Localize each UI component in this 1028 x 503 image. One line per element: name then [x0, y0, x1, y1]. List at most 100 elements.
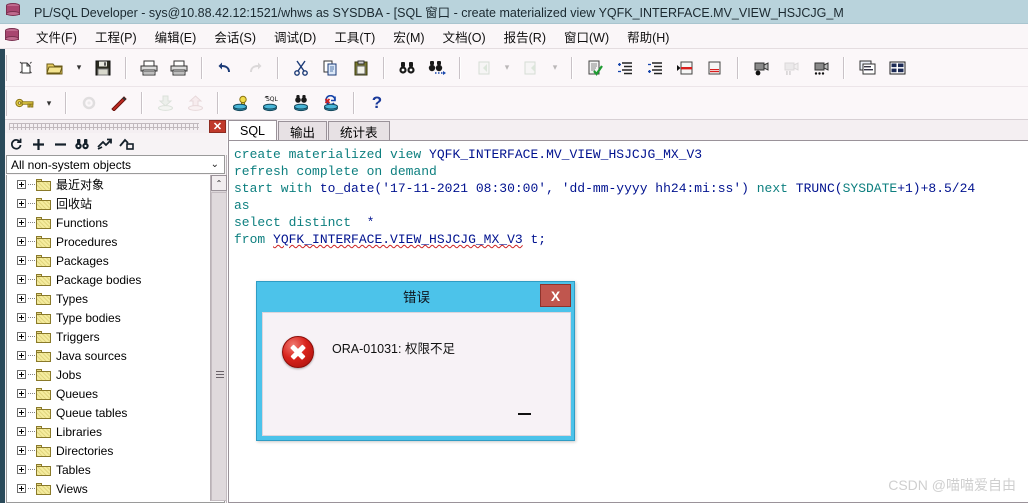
refresh-icon[interactable]: [5, 134, 27, 154]
tree-item-materialized-views[interactable]: Materialized views: [7, 498, 224, 502]
help-icon[interactable]: ?: [362, 89, 392, 117]
tree-item-tables[interactable]: Tables: [7, 460, 224, 479]
tree-item-label: Views: [56, 481, 88, 496]
tree-item-functions[interactable]: Functions: [7, 213, 224, 232]
record-macro-icon[interactable]: [746, 54, 776, 82]
open-dropdown-arrow-icon[interactable]: ▾: [70, 54, 88, 82]
add-icon[interactable]: [27, 134, 49, 154]
menu-item-document[interactable]: 文档(O): [434, 25, 495, 48]
tree-item-label: Functions: [56, 215, 109, 230]
tile-windows-icon[interactable]: [882, 54, 912, 82]
sql-window-icon[interactable]: SQL: [256, 89, 286, 117]
tree-item-views[interactable]: Views: [7, 479, 224, 498]
indent-increase-icon[interactable]: [610, 54, 640, 82]
menu-item-help[interactable]: 帮助(H): [618, 25, 678, 48]
tab-statistics[interactable]: 统计表: [328, 121, 390, 141]
browse-icon[interactable]: [115, 134, 137, 154]
menu-item-tools[interactable]: 工具(T): [325, 25, 384, 48]
expand-icon[interactable]: [17, 199, 26, 208]
menu-item-report[interactable]: 报告(R): [495, 25, 555, 48]
close-icon[interactable]: ✕: [209, 120, 226, 133]
menu-item-debug[interactable]: 调试(D): [265, 25, 325, 48]
expand-icon[interactable]: [17, 275, 26, 284]
tree-item-recent-objects[interactable]: 最近对象: [7, 175, 224, 194]
expand-icon[interactable]: [17, 446, 26, 455]
tree-item-java-sources[interactable]: Java sources: [7, 346, 224, 365]
print-preview-icon[interactable]: [164, 54, 194, 82]
open-folder-icon[interactable]: [40, 54, 70, 82]
menu-item-macro[interactable]: 宏(M): [384, 25, 433, 48]
close-icon[interactable]: X: [540, 284, 571, 307]
tree-item-types[interactable]: Types: [7, 289, 224, 308]
new-session-icon[interactable]: [226, 89, 256, 117]
remove-icon[interactable]: [49, 134, 71, 154]
execute-check-icon[interactable]: [580, 54, 610, 82]
panel-drag-bar[interactable]: ✕: [5, 120, 227, 133]
tree-item-package-bodies[interactable]: Package bodies: [7, 270, 224, 289]
find-db-objects-icon[interactable]: [286, 89, 316, 117]
menu-item-session[interactable]: 会话(S): [205, 25, 265, 48]
toolbar-separator: [353, 92, 355, 114]
tree-item-queues[interactable]: Queues: [7, 384, 224, 403]
indent-decrease-icon[interactable]: [640, 54, 670, 82]
ok-button[interactable]: [518, 413, 531, 415]
expand-icon[interactable]: [17, 218, 26, 227]
chevron-down-icon[interactable]: ⌄: [211, 159, 222, 170]
rollback-icon[interactable]: [316, 89, 346, 117]
expand-icon[interactable]: [17, 484, 26, 493]
expand-icon[interactable]: [17, 427, 26, 436]
menu-item-window[interactable]: 窗口(W): [555, 25, 618, 48]
print-icon[interactable]: [134, 54, 164, 82]
tree-item-procedures[interactable]: Procedures: [7, 232, 224, 251]
window-list-icon[interactable]: [852, 54, 882, 82]
expand-icon[interactable]: [17, 256, 26, 265]
key-dropdown-arrow-icon[interactable]: ▾: [40, 89, 58, 117]
expand-icon[interactable]: [17, 237, 26, 246]
tree-item-libraries[interactable]: Libraries: [7, 422, 224, 441]
menu-item-edit[interactable]: 编辑(E): [146, 25, 206, 48]
tree-item-queue-tables[interactable]: Queue tables: [7, 403, 224, 422]
paste-icon[interactable]: [346, 54, 376, 82]
expand-icon[interactable]: [17, 294, 26, 303]
cut-icon[interactable]: [286, 54, 316, 82]
toolbar-separator: [459, 56, 461, 79]
new-icon[interactable]: [10, 54, 40, 82]
expand-icon[interactable]: [17, 408, 26, 417]
expand-icon[interactable]: [17, 332, 26, 341]
bookmark-next-icon[interactable]: [670, 54, 700, 82]
break-icon[interactable]: [104, 89, 134, 117]
tree-item-triggers[interactable]: Triggers: [7, 327, 224, 346]
tree-item-packages[interactable]: Packages: [7, 251, 224, 270]
expand-icon[interactable]: [17, 180, 26, 189]
menu-item-file[interactable]: 文件(F): [27, 25, 86, 48]
dialog-title: 错误: [403, 289, 430, 305]
bookmark-prev-icon[interactable]: [700, 54, 730, 82]
key-icon[interactable]: [10, 89, 40, 117]
menu-item-project[interactable]: 工程(P): [86, 25, 146, 48]
tree-item-recycle-bin[interactable]: 回收站: [7, 194, 224, 213]
expand-icon[interactable]: [17, 351, 26, 360]
filter-icon[interactable]: [93, 134, 115, 154]
save-icon[interactable]: [88, 54, 118, 82]
tree-item-type-bodies[interactable]: Type bodies: [7, 308, 224, 327]
undo-icon[interactable]: [210, 54, 240, 82]
prev-page-icon: [468, 54, 498, 82]
find-icon[interactable]: [71, 134, 93, 154]
play-macro-icon[interactable]: [806, 54, 836, 82]
tab-output[interactable]: 输出: [278, 121, 328, 141]
scrollbar-thumb[interactable]: [211, 192, 227, 501]
scroll-up-icon[interactable]: ⌃: [211, 175, 227, 191]
expand-icon[interactable]: [17, 313, 26, 322]
copy-icon[interactable]: [316, 54, 346, 82]
find-icon[interactable]: [392, 54, 422, 82]
tab-sql[interactable]: SQL: [228, 120, 278, 141]
tree-item-jobs[interactable]: Jobs: [7, 365, 224, 384]
object-filter-select[interactable]: All non-system objects ⌄: [6, 155, 225, 174]
find-next-icon[interactable]: [422, 54, 452, 82]
object-tree-scrollbar[interactable]: ⌃: [210, 175, 227, 503]
dialog-body: ORA-01031: 权限不足: [262, 312, 571, 436]
expand-icon[interactable]: [17, 465, 26, 474]
tree-item-directories[interactable]: Directories: [7, 441, 224, 460]
expand-icon[interactable]: [17, 389, 26, 398]
expand-icon[interactable]: [17, 370, 26, 379]
